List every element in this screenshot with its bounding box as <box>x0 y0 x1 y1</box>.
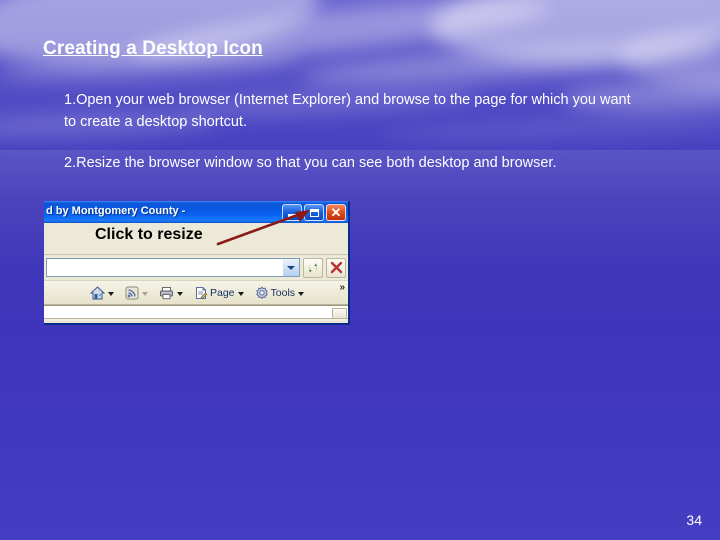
restore-icon <box>309 208 319 217</box>
page-menu-button[interactable]: Page <box>192 283 248 303</box>
browser-address-row <box>44 255 348 281</box>
annotation-label: Click to resize <box>95 226 203 243</box>
page-menu-label: Page <box>210 286 235 299</box>
print-caret-icon <box>177 291 183 296</box>
feeds-caret-icon <box>142 291 148 296</box>
tools-caret-icon <box>298 291 305 296</box>
toolbar-overflow-button[interactable]: » <box>339 282 345 293</box>
browser-titlebar: d by Montgomery County - ✕ <box>44 201 348 223</box>
cloud-wisp <box>299 33 720 93</box>
cloud-wisp <box>427 0 720 71</box>
address-input[interactable] <box>46 258 283 277</box>
refresh-icon <box>309 262 317 273</box>
feeds-button[interactable] <box>123 283 152 303</box>
rss-feed-icon <box>125 286 139 299</box>
browser-menu-strip: Click to resize <box>44 223 348 255</box>
page-caret-icon <box>237 291 244 296</box>
minimize-icon <box>288 214 296 217</box>
address-dropdown-button[interactable] <box>283 258 300 277</box>
tools-menu-label: Tools <box>270 286 296 299</box>
minimize-button[interactable] <box>282 204 302 221</box>
browser-content-area <box>44 305 348 323</box>
tools-menu-button[interactable]: Tools <box>253 283 309 303</box>
tools-gear-icon <box>255 285 268 299</box>
home-caret-icon <box>108 291 114 296</box>
browser-screenshot: d by Montgomery County - ✕ Click to resi… <box>44 201 350 325</box>
browser-title-text: d by Montgomery County - <box>46 205 186 217</box>
bullet-item-1: 1.Open your web browser (Internet Explor… <box>64 92 631 130</box>
home-icon <box>90 285 105 299</box>
bullet-item-2: 2.Resize the browser window so that you … <box>64 155 557 171</box>
cloud-wisp <box>129 0 551 72</box>
slide: Creating a Desktop Icon 1.Open your web … <box>0 0 720 540</box>
browser-status-bar <box>44 318 348 323</box>
print-button[interactable] <box>157 283 187 303</box>
stop-icon <box>330 261 342 274</box>
stop-button[interactable] <box>326 257 346 278</box>
page-number: 34 <box>686 512 702 528</box>
close-icon: ✕ <box>330 205 342 220</box>
browser-command-bar: Page Tools » <box>44 281 348 305</box>
window-controls: ✕ <box>282 204 346 221</box>
home-button[interactable] <box>88 283 118 303</box>
refresh-button[interactable] <box>303 257 323 278</box>
cloud-wisp <box>620 28 720 88</box>
chevron-down-icon <box>287 265 295 270</box>
print-icon <box>160 286 173 299</box>
close-button[interactable]: ✕ <box>326 204 346 221</box>
page-title: Creating a Desktop Icon <box>43 38 263 59</box>
restore-button[interactable] <box>304 204 324 221</box>
page-icon <box>196 286 208 299</box>
